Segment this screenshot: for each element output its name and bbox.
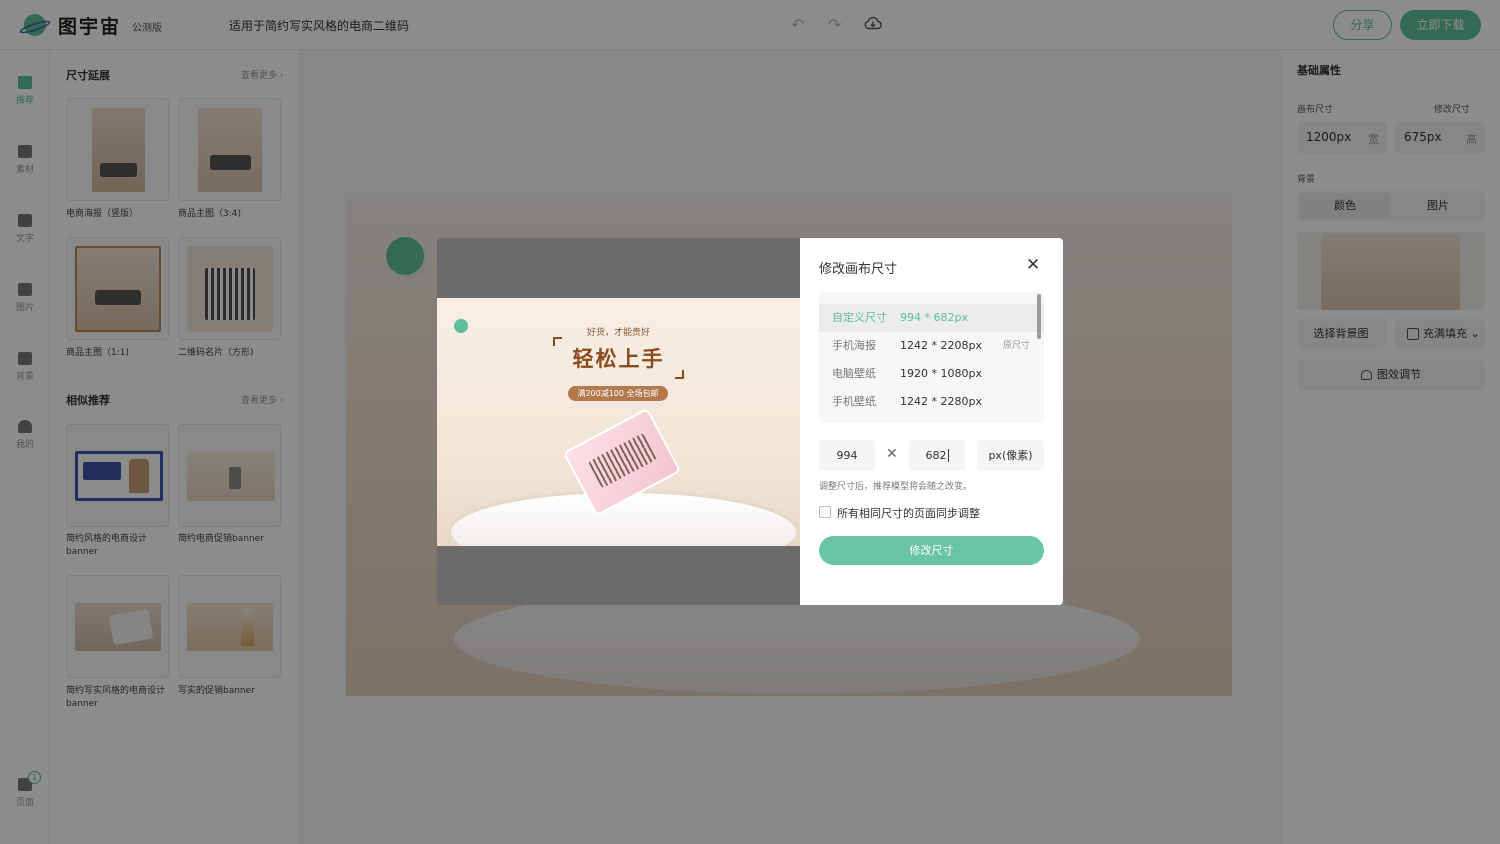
- preset-name: 手机海报: [832, 339, 876, 352]
- poster-headline: 轻松上手: [572, 347, 665, 371]
- resize-dialog: 修改画布尺寸 ✕ 自定义尺寸 994 * 682px 手机海报 1242 * 2…: [800, 238, 1063, 605]
- unit-select[interactable]: px(像素): [977, 440, 1044, 471]
- preset-list-scrollbar[interactable]: [1037, 294, 1041, 339]
- poster-preview: 好货，才能贵好 轻松上手 满200减100 全场包邮: [437, 298, 800, 546]
- preset-value: 1242 * 2280px: [900, 395, 982, 408]
- dialog-title: 修改画布尺寸: [819, 262, 898, 277]
- preset-value: 1242 * 2208px: [900, 339, 982, 352]
- multiply-icon: ✕: [886, 446, 898, 462]
- sync-pages-label[interactable]: 所有相同尺寸的页面同步调整: [837, 505, 980, 521]
- size-preset-list: 自定义尺寸 994 * 682px 手机海报 1242 * 2208px 原尺寸…: [819, 292, 1044, 423]
- apply-resize-button[interactable]: 修改尺寸: [819, 536, 1044, 565]
- width-input[interactable]: 994: [819, 440, 875, 471]
- preset-item-phone-poster[interactable]: 手机海报 1242 * 2208px 原尺寸: [819, 332, 1044, 360]
- preset-name: 手机壁纸: [832, 395, 876, 408]
- resize-hint: 调整尺寸后，推荐模型将会随之改变。: [819, 482, 973, 492]
- preset-item-phone-wallpaper[interactable]: 手机壁纸 1242 * 2280px: [819, 388, 1044, 416]
- sync-pages-checkbox[interactable]: [819, 506, 831, 518]
- text-cursor: [947, 449, 949, 462]
- poster-promo-badge: 满200减100 全场包邮: [568, 386, 668, 401]
- preset-item-custom[interactable]: 自定义尺寸 994 * 682px: [819, 304, 1044, 332]
- poster-subtitle: 好货，才能贵好: [586, 328, 650, 338]
- preset-name: 电脑壁纸: [832, 367, 876, 380]
- preset-item-desktop-wallpaper[interactable]: 电脑壁纸 1920 * 1080px: [819, 360, 1044, 388]
- height-input-value: 682: [925, 449, 947, 462]
- close-icon[interactable]: ✕: [1026, 256, 1040, 274]
- resize-preview: 好货，才能贵好 轻松上手 满200减100 全场包邮: [437, 238, 800, 605]
- original-size-tag: 原尺寸: [1003, 341, 1031, 351]
- height-input[interactable]: 682: [909, 440, 965, 471]
- preset-value: 994 * 682px: [900, 311, 968, 324]
- preset-name: 自定义尺寸: [832, 311, 887, 324]
- preset-value: 1920 * 1080px: [900, 367, 982, 380]
